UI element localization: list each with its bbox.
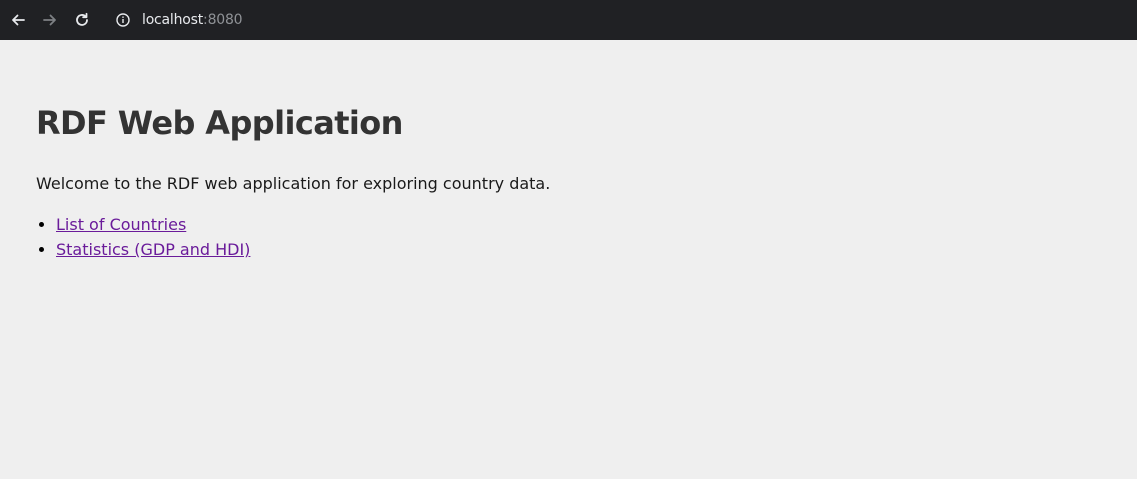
countries-link[interactable]: List of Countries [56, 215, 186, 234]
nav-links-list: List of Countries Statistics (GDP and HD… [36, 212, 250, 262]
list-item: List of Countries [56, 212, 250, 237]
url-host: localhost [142, 12, 204, 28]
reload-icon [76, 12, 88, 26]
list-item: Statistics (GDP and HDI) [56, 237, 250, 262]
statistics-link[interactable]: Statistics (GDP and HDI) [56, 240, 250, 259]
browser-toolbar: localhost:8080 [0, 0, 1137, 40]
url-port: :8080 [203, 12, 243, 28]
forward-button[interactable] [36, 6, 64, 34]
url-text[interactable]: localhost:8080 [142, 12, 243, 28]
reload-button[interactable] [68, 6, 96, 34]
arrow-left-icon [12, 14, 25, 26]
arrow-right-icon [43, 14, 56, 26]
address-bar[interactable]: localhost:8080 [114, 6, 243, 34]
info-icon[interactable] [114, 11, 132, 29]
page-title: RDF Web Application [36, 104, 403, 142]
back-button[interactable] [4, 6, 32, 34]
intro-text: Welcome to the RDF web application for e… [36, 174, 551, 193]
